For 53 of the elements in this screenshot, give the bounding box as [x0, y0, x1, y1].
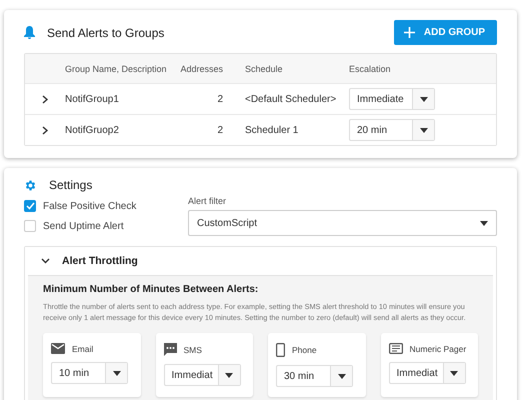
pager-icon: [388, 343, 402, 354]
phone-icon: [276, 343, 285, 357]
field-label: Alert filter: [188, 196, 228, 206]
dropdown[interactable]: 30 min: [276, 365, 353, 387]
table-cell-text: 2: [216, 94, 224, 104]
dropdown[interactable]: 10 min: [51, 362, 128, 384]
section-title: Send Alerts to Groups: [47, 26, 164, 40]
address-type-label: Email: [72, 344, 94, 354]
chevron-right-icon: [42, 126, 48, 134]
panel-heading: Minimum Number of Minutes Between Alerts:: [43, 284, 260, 295]
dropdown-button[interactable]: [442, 363, 464, 383]
dropdown-button[interactable]: [412, 89, 434, 109]
caret-icon: [112, 370, 120, 376]
table-cell-text: <Default Scheduler>: [245, 94, 338, 104]
envelope-icon: [51, 343, 65, 354]
caret-icon: [225, 372, 233, 378]
chevron-down-icon: [41, 258, 50, 264]
column-header: Addresses: [179, 64, 224, 74]
plus-icon: [404, 27, 415, 38]
bell-icon: [24, 26, 35, 39]
table-cell-text: NotifGroup1: [65, 94, 120, 104]
expand-toggle[interactable]: [42, 94, 48, 104]
table-cell-text: NotifGruop2: [65, 124, 120, 136]
column-header: Group Name, Description: [65, 64, 168, 74]
checkbox[interactable]: False Positive Check: [24, 200, 188, 212]
column-header: Escalation: [349, 64, 392, 74]
checkmark-icon: [26, 202, 34, 210]
dropdown[interactable]: Immediate: [349, 88, 435, 110]
chat-icon: [164, 343, 176, 356]
caret-icon: [420, 128, 428, 132]
address-type-label: Numeric Pager: [410, 344, 466, 354]
column-header: Schedule: [245, 64, 284, 74]
checkbox[interactable]: Send Uptime Alert: [24, 220, 188, 232]
dropdown-button[interactable]: [218, 365, 240, 385]
dropdown[interactable]: Immediat: [388, 362, 466, 384]
caret-icon: [420, 96, 428, 102]
section-title: Settings: [49, 178, 92, 192]
caret-icon: [450, 370, 458, 376]
table-cell-text: Scheduler 1: [245, 124, 300, 136]
address-type-label: SMS: [184, 344, 202, 354]
dropdown-button[interactable]: [412, 120, 434, 140]
dropdown-button[interactable]: [105, 363, 127, 383]
alert-filter-dropdown[interactable]: CustomScript: [188, 210, 497, 236]
address-type-label: Phone: [292, 345, 317, 355]
dropdown-button[interactable]: [330, 366, 352, 386]
expand-toggle[interactable]: [42, 126, 48, 134]
caret-icon: [338, 374, 346, 378]
dropdown[interactable]: 20 min: [349, 119, 435, 141]
caret-icon: [480, 220, 488, 226]
gear-icon: [24, 178, 37, 192]
table-cell-text: 2: [216, 124, 224, 136]
chevron-right-icon: [42, 94, 48, 104]
dropdown[interactable]: Immediat: [164, 364, 240, 386]
